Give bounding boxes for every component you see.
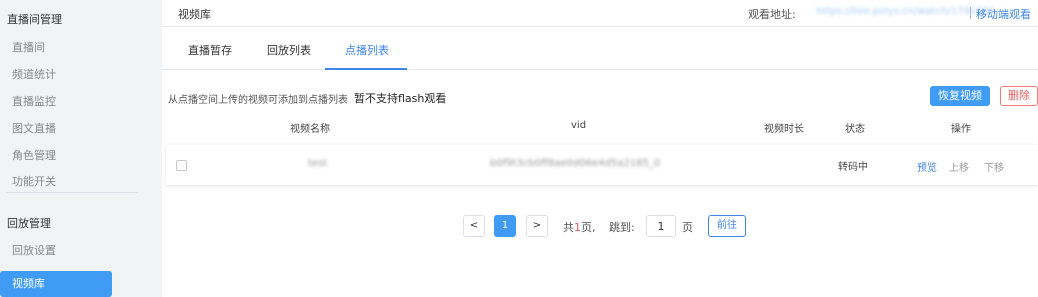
main-panel: 视频库 观看地址: https://live.polyv.cn/watch/17…: [162, 0, 1038, 297]
sidebar-item-live-room[interactable]: 直播间: [12, 39, 45, 55]
cell-status: 转码中: [838, 162, 868, 173]
sidebar-group-live-management: 直播间管理: [7, 13, 62, 26]
table-row: test b0f9t3cb0ff8ae0d06e4d5a2185_0 转码中 预…: [166, 145, 1038, 185]
topbar-separator: [970, 7, 971, 19]
sidebar-divider: [6, 192, 138, 193]
sidebar-item-channel-stats[interactable]: 频道统计: [12, 66, 56, 82]
delete-button[interactable]: 删除: [1000, 86, 1038, 106]
hint-flash-warning: 暂不支持flash观看: [354, 92, 447, 105]
tab-replay-list[interactable]: 回放列表: [267, 42, 311, 58]
total-pages-text: 共1页,: [563, 219, 596, 235]
move-up-link[interactable]: 上移: [949, 159, 969, 174]
column-header-duration: 视频时长: [764, 124, 804, 135]
go-button[interactable]: 前往: [708, 215, 746, 237]
next-page-button[interactable]: >: [526, 215, 548, 237]
column-header-video-name: 视频名称: [290, 124, 330, 135]
tab-bar: 直播暂存 回放列表 点播列表: [162, 28, 1038, 70]
column-header-vid: vid: [571, 120, 587, 131]
watch-address-url[interactable]: https://live.polyv.cn/watch/1791661: [816, 6, 995, 17]
sidebar: 直播间管理 直播间 频道统计 直播监控 图文直播 角色管理 功能开关 回放管理 …: [0, 0, 140, 297]
table-header: 视频名称 vid 视频时长 状态 操作: [162, 112, 1038, 142]
sidebar-item-live-monitor[interactable]: 直播监控: [12, 93, 56, 109]
total-pages-count: 1: [574, 221, 581, 234]
row-checkbox[interactable]: [176, 160, 187, 171]
sidebar-group-replay-management: 回放管理: [7, 217, 51, 230]
column-header-status: 状态: [845, 124, 865, 135]
total-prefix: 共: [563, 221, 574, 234]
tab-active-indicator: [325, 68, 407, 70]
mobile-watch-link[interactable]: 移动端观看: [976, 6, 1031, 22]
preview-link[interactable]: 预览: [917, 159, 937, 174]
page-1-button[interactable]: 1: [494, 215, 516, 237]
sidebar-item-feature-switch[interactable]: 功能开关: [12, 173, 56, 189]
cell-video-name: test: [308, 158, 328, 169]
hint-text: 从点播空间上传的视频可添加到点播列表: [168, 95, 348, 106]
page-unit-label: 页: [682, 221, 693, 234]
page-title: 视频库: [178, 8, 211, 21]
tab-live-temp[interactable]: 直播暂存: [188, 42, 232, 58]
sidebar-item-role-management[interactable]: 角色管理: [12, 147, 56, 163]
sidebar-item-graphic-live[interactable]: 图文直播: [12, 120, 56, 136]
move-down-link[interactable]: 下移: [984, 159, 1004, 174]
prev-page-button[interactable]: <: [463, 215, 485, 237]
jump-label: 跳到:: [609, 221, 635, 234]
sidebar-item-video-library[interactable]: 视频库: [0, 271, 112, 297]
cell-vid: b0f9t3cb0ff8ae0d06e4d5a2185_0: [490, 158, 661, 169]
tab-vod-list[interactable]: 点播列表: [345, 42, 389, 58]
restore-video-button[interactable]: 恢复视频: [930, 86, 990, 106]
sidebar-item-replay-settings[interactable]: 回放设置: [12, 242, 56, 258]
watch-address-label: 观看地址:: [748, 8, 796, 21]
column-header-actions: 操作: [951, 124, 971, 135]
top-bar: 视频库 观看地址: https://live.polyv.cn/watch/17…: [162, 0, 1038, 27]
total-suffix: 页,: [581, 221, 596, 234]
jump-page-input[interactable]: [646, 215, 676, 237]
